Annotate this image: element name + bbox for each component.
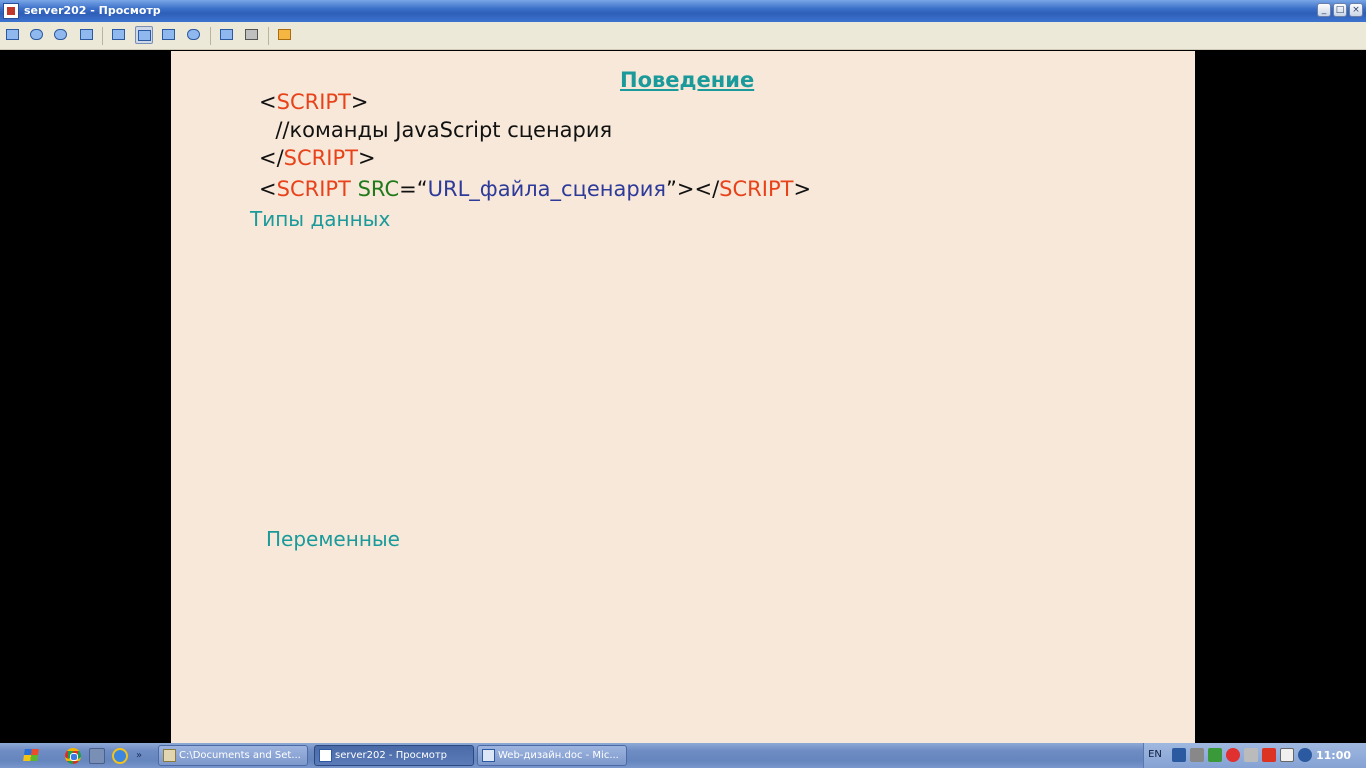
task-label: server202 - Просмотр xyxy=(335,750,448,761)
tools-icon[interactable] xyxy=(243,26,261,44)
close-button[interactable]: × xyxy=(1349,3,1363,17)
code-tag: SCRIPT xyxy=(276,177,351,201)
screenshot-icon[interactable] xyxy=(218,26,236,44)
code-tag: SCRIPT xyxy=(719,177,794,201)
code-gt: > xyxy=(793,177,812,201)
message-icon[interactable] xyxy=(78,26,96,44)
ie-icon[interactable] xyxy=(112,748,128,764)
monitor-icon[interactable] xyxy=(4,26,22,44)
language-indicator[interactable]: EN xyxy=(1143,749,1167,760)
code-tag: SCRIPT xyxy=(283,146,358,170)
network-icon[interactable] xyxy=(1172,748,1186,762)
app-icon[interactable] xyxy=(3,3,19,19)
security-icon[interactable] xyxy=(1208,748,1222,762)
window-mode-icon[interactable] xyxy=(110,26,128,44)
bluetooth-icon[interactable] xyxy=(1298,748,1312,762)
chat-icon[interactable] xyxy=(28,26,46,44)
toolbar xyxy=(0,22,1366,50)
code-close: ”></ xyxy=(666,177,720,201)
taskbar: » C:\Documents and Set... server202 - Пр… xyxy=(0,743,1366,768)
quicklaunch-more-icon[interactable]: » xyxy=(136,748,144,764)
window-title: server202 - Просмотр xyxy=(24,4,161,17)
slide-title: Поведение xyxy=(620,68,755,92)
code-lt: < xyxy=(259,90,277,114)
word-icon xyxy=(482,749,495,762)
code-gt: > xyxy=(357,146,376,170)
shield-icon[interactable] xyxy=(1262,748,1276,762)
network-disconnected-icon[interactable] xyxy=(1190,748,1204,762)
code-gt: > xyxy=(350,90,369,114)
folder-icon[interactable] xyxy=(89,748,105,764)
fullscreen-icon[interactable] xyxy=(160,26,178,44)
windows-logo-icon xyxy=(23,749,39,761)
section-variables: Переменные xyxy=(266,527,400,551)
task-label: C:\Documents and Set... xyxy=(179,750,301,761)
speaker-icon[interactable] xyxy=(1244,748,1258,762)
tray-app-icon[interactable] xyxy=(1280,748,1294,762)
code-line-1: <SCRIPT> xyxy=(259,90,369,114)
fit-screen-icon[interactable] xyxy=(135,26,153,44)
code-attr: SRC xyxy=(357,177,400,201)
phone-icon[interactable] xyxy=(52,26,70,44)
zoom-icon[interactable] xyxy=(185,26,203,44)
task-server202[interactable]: server202 - Просмотр xyxy=(314,745,474,766)
task-label: Web-дизайн.doc - Mic... xyxy=(498,750,619,761)
folder-icon xyxy=(163,749,176,762)
title-bar[interactable]: server202 - Просмотр _ □ × xyxy=(0,0,1366,22)
code-line-4: <SCRIPT SRC=“URL_файла_сценария”></SCRIP… xyxy=(259,177,811,201)
section-data-types: Типы данных xyxy=(250,207,391,231)
task-explorer[interactable]: C:\Documents and Set... xyxy=(158,745,308,766)
chrome-icon[interactable] xyxy=(65,748,81,764)
task-word[interactable]: Web-дизайн.doc - Mic... xyxy=(477,745,627,766)
code-lt: < xyxy=(259,177,277,201)
code-line-2: //команды JavaScript сценария xyxy=(262,118,613,142)
toolbar-separator xyxy=(210,27,211,45)
code-tag: SCRIPT xyxy=(276,90,351,114)
antivirus-icon[interactable] xyxy=(1226,748,1240,762)
remote-desktop-icon xyxy=(319,749,332,762)
toolbar-separator xyxy=(102,27,103,45)
code-eq: =“ xyxy=(399,177,428,201)
code-line-3: </SCRIPT> xyxy=(259,146,376,170)
clock: 11:00 xyxy=(1316,749,1352,762)
toolbar-separator xyxy=(268,27,269,45)
minimize-button[interactable]: _ xyxy=(1317,3,1331,17)
start-button[interactable] xyxy=(20,747,44,764)
code-value: URL_файла_сценария xyxy=(427,177,667,201)
maximize-button[interactable]: □ xyxy=(1333,3,1347,17)
code-lt: </ xyxy=(259,146,284,170)
close-session-icon[interactable] xyxy=(276,26,294,44)
